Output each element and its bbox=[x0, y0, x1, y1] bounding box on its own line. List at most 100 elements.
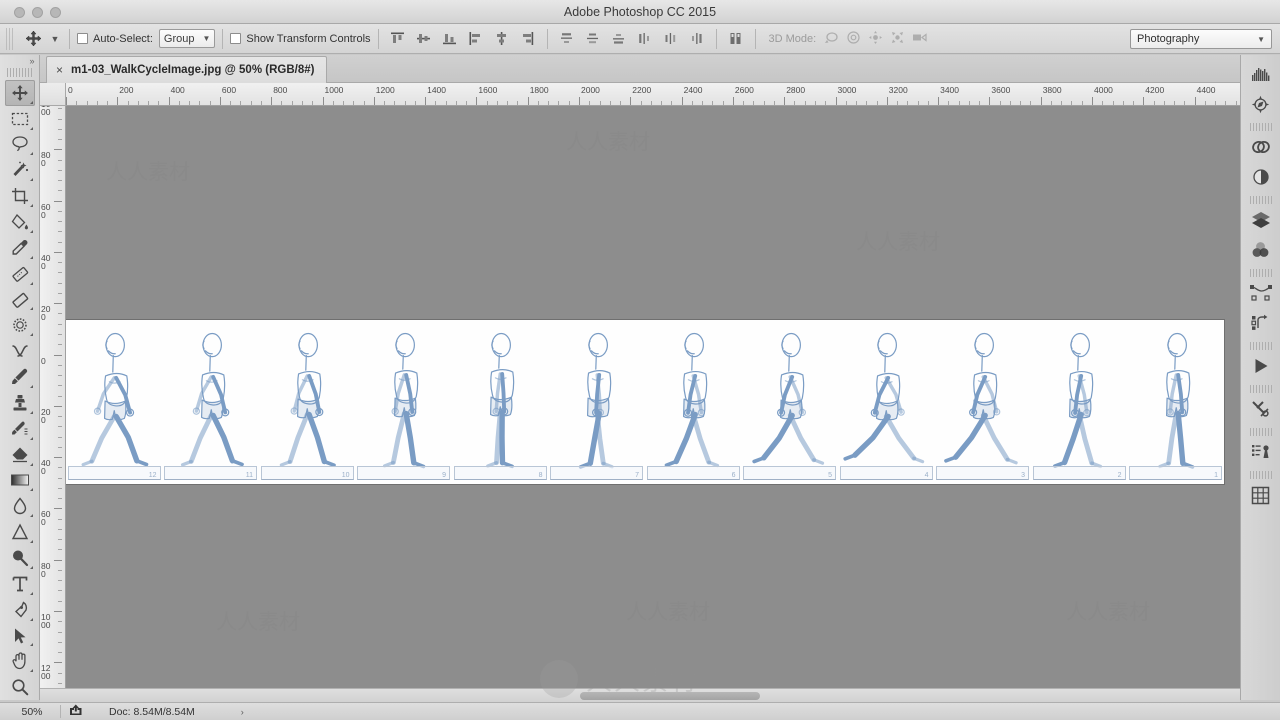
dock-group-grip[interactable] bbox=[1249, 196, 1272, 204]
distribute-left-edges-button[interactable] bbox=[633, 28, 657, 50]
distribute-right-edges-button[interactable] bbox=[685, 28, 709, 50]
walk-cycle-frame[interactable]: 2 bbox=[1031, 320, 1128, 484]
window-controls[interactable] bbox=[14, 7, 61, 18]
walk-cycle-frame[interactable]: 8 bbox=[452, 320, 549, 484]
histogram-panel-button[interactable] bbox=[1245, 59, 1277, 89]
horizontal-scrollbar-thumb[interactable] bbox=[580, 692, 760, 700]
pen-tool[interactable] bbox=[5, 597, 35, 623]
move-tool-icon[interactable] bbox=[18, 28, 48, 50]
align-horizontal-centers-button[interactable] bbox=[490, 28, 514, 50]
distribute-bottom-edges-button[interactable] bbox=[607, 28, 631, 50]
align-top-edges-button[interactable] bbox=[386, 28, 410, 50]
eyedropper-tool[interactable] bbox=[5, 235, 35, 261]
history-brush-tool[interactable] bbox=[5, 416, 35, 442]
dock-group-grip[interactable] bbox=[1249, 428, 1272, 436]
color-panel-button[interactable] bbox=[1245, 132, 1277, 162]
swatches-panel-button[interactable] bbox=[1245, 162, 1277, 192]
walk-cycle-frame[interactable]: 3 bbox=[935, 320, 1032, 484]
dock-group-grip[interactable] bbox=[1249, 342, 1272, 350]
paint-bucket-tool[interactable] bbox=[5, 209, 35, 235]
walk-cycle-frame[interactable]: 1 bbox=[1128, 320, 1225, 484]
walk-cycle-frame[interactable]: 7 bbox=[549, 320, 646, 484]
paths-panel-button[interactable] bbox=[1245, 278, 1277, 308]
patch-tool[interactable] bbox=[5, 287, 35, 313]
quick-selection-tool[interactable] bbox=[5, 157, 35, 183]
align-right-edges-button[interactable] bbox=[516, 28, 540, 50]
share-icon[interactable] bbox=[69, 704, 83, 719]
walk-cycle-frame[interactable]: 12 bbox=[66, 320, 163, 484]
status-expand-chevron-icon[interactable]: › bbox=[241, 707, 244, 717]
actions-panel-button[interactable] bbox=[1245, 437, 1277, 467]
burn-tool[interactable] bbox=[5, 545, 35, 571]
auto-select-scope-dropdown[interactable]: Group ▼ bbox=[158, 29, 216, 48]
close-icon[interactable]: × bbox=[56, 63, 63, 77]
dock-group-grip[interactable] bbox=[1249, 123, 1272, 131]
walk-cycle-frame[interactable]: 5 bbox=[742, 320, 839, 484]
spot-healing-brush-tool[interactable] bbox=[5, 261, 35, 287]
lasso-tool[interactable] bbox=[5, 132, 35, 158]
tool-preset-chevron-down-icon[interactable]: ▼ bbox=[48, 34, 62, 44]
ruler-minor-tick bbox=[58, 416, 62, 418]
walk-cycle-frame[interactable]: 4 bbox=[838, 320, 935, 484]
artboard-walk-cycle[interactable]: 12 11 10 9 8 7 6 5 4 3 2 1 bbox=[66, 320, 1224, 484]
channels-panel-button[interactable] bbox=[1245, 235, 1277, 265]
align-left-edges-button[interactable] bbox=[464, 28, 488, 50]
eraser-tool[interactable] bbox=[5, 442, 35, 468]
show-transform-controls-checkbox[interactable] bbox=[230, 33, 242, 44]
close-button[interactable] bbox=[14, 7, 25, 18]
horizontal-ruler[interactable]: 0 200 400 600 800 1000 1200 1400 1600 1800 2000 220… bbox=[66, 83, 1240, 106]
sharpen-tool[interactable] bbox=[5, 519, 35, 545]
distribute-vertical-centers-button[interactable] bbox=[581, 28, 605, 50]
dock-group-grip[interactable] bbox=[1249, 471, 1272, 479]
ruler-origin-corner[interactable] bbox=[40, 83, 66, 106]
auto-select-checkbox[interactable] bbox=[77, 33, 88, 44]
dock-group-grip[interactable] bbox=[1249, 269, 1272, 277]
dodge-tool[interactable] bbox=[5, 493, 35, 519]
walk-cycle-frame[interactable]: 9 bbox=[356, 320, 453, 484]
brush-tool[interactable] bbox=[5, 364, 35, 390]
type-tool[interactable] bbox=[5, 571, 35, 597]
clone-stamp-tool[interactable] bbox=[5, 390, 35, 416]
canvas-area[interactable]: 人人素材 人人素材 人人素材 人人素材 人人素材 人人素材 12 11 10 9… bbox=[66, 106, 1240, 700]
vertical-ruler[interactable]: 1000800600400200020040060080010001200140… bbox=[40, 106, 66, 700]
navigator-panel-button[interactable] bbox=[1245, 89, 1277, 119]
pan-3d-icon[interactable] bbox=[868, 30, 883, 48]
walk-cycle-frame[interactable]: 11 bbox=[163, 320, 260, 484]
path-selection-tool[interactable] bbox=[5, 623, 35, 649]
smudge-tool[interactable] bbox=[5, 338, 35, 364]
blur-tool[interactable] bbox=[5, 312, 35, 338]
align-bottom-edges-button[interactable] bbox=[438, 28, 462, 50]
distribute-top-edges-button[interactable] bbox=[555, 28, 579, 50]
timeline-panel-button[interactable] bbox=[1245, 351, 1277, 381]
zoom-level-field[interactable]: 50% bbox=[0, 706, 52, 718]
gradient-tool[interactable] bbox=[5, 468, 35, 494]
move-tool[interactable] bbox=[4, 79, 35, 106]
horizontal-scrollbar[interactable] bbox=[40, 688, 1240, 702]
rotate-3d-icon[interactable] bbox=[824, 30, 839, 48]
dock-group-grip[interactable] bbox=[1249, 385, 1272, 393]
slide-3d-icon[interactable] bbox=[890, 30, 905, 48]
zoom-tool[interactable] bbox=[5, 674, 35, 700]
layers-panel-button[interactable] bbox=[1245, 205, 1277, 235]
walk-cycle-frame[interactable]: 6 bbox=[645, 320, 742, 484]
zoom-button[interactable] bbox=[50, 7, 61, 18]
align-vertical-centers-button[interactable] bbox=[412, 28, 436, 50]
auto-align-layers-button[interactable] bbox=[724, 28, 748, 50]
history-panel-button[interactable] bbox=[1245, 308, 1277, 338]
walk-cycle-frame[interactable]: 10 bbox=[259, 320, 356, 484]
ruler-minor-tick bbox=[1020, 101, 1022, 105]
document-tab[interactable]: × m1-03_WalkCycleImage.jpg @ 50% (RGB/8#… bbox=[46, 56, 328, 83]
options-bar-grip[interactable] bbox=[6, 27, 14, 50]
tool-presets-panel-button[interactable] bbox=[1245, 394, 1277, 424]
distribute-horizontal-centers-button[interactable] bbox=[659, 28, 683, 50]
properties-panel-button[interactable] bbox=[1245, 480, 1277, 510]
hand-tool[interactable] bbox=[5, 648, 35, 674]
minimize-button[interactable] bbox=[32, 7, 43, 18]
scale-3d-camera-icon[interactable] bbox=[912, 30, 929, 48]
roll-3d-icon[interactable] bbox=[846, 30, 861, 48]
toolbar-expand-button[interactable]: » bbox=[0, 55, 40, 68]
crop-tool[interactable] bbox=[5, 183, 35, 209]
rectangular-marquee-tool[interactable] bbox=[5, 106, 35, 132]
toolbar-grip[interactable] bbox=[6, 67, 33, 77]
workspace-switcher[interactable]: Photography ▼ bbox=[1130, 29, 1272, 49]
